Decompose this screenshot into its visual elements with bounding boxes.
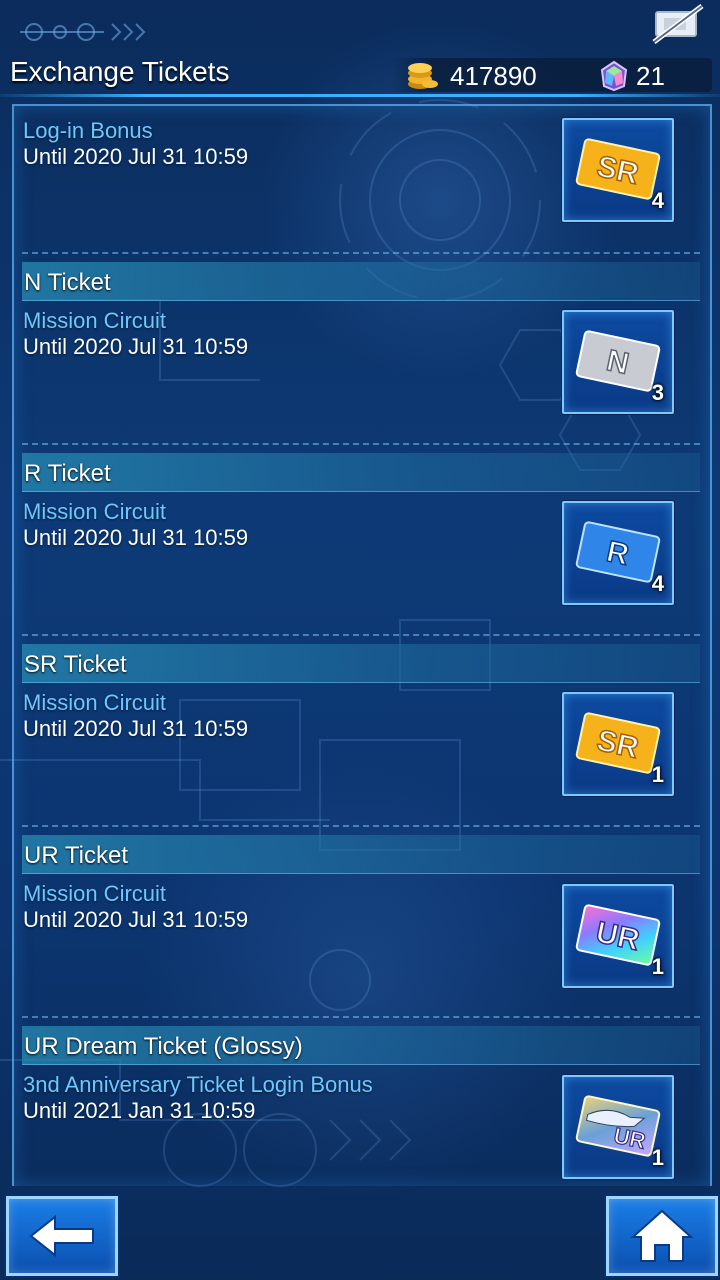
gold-coins-icon	[408, 63, 438, 89]
ticket-source: Mission Circuit	[23, 690, 167, 715]
ticket-header: N Ticket	[22, 262, 700, 301]
ticket-header: SR Ticket	[22, 644, 700, 683]
ticket-count: 1	[651, 954, 664, 979]
ticket-source: Log-in Bonus	[23, 118, 153, 143]
ticket-name: SR Ticket	[24, 651, 127, 678]
ticket-item-button[interactable]: N 3	[562, 310, 674, 414]
ticket-header: UR Dream Ticket (Glossy)	[22, 1026, 700, 1065]
divider	[22, 443, 700, 445]
ticket-expiry: Until 2020 Jul 31 10:59	[23, 334, 249, 359]
ur-ticket-icon: UR	[575, 904, 661, 966]
ticket-count: 4	[651, 571, 664, 596]
gem-icon	[600, 60, 628, 92]
ur-dream-ticket-icon: UR	[575, 1095, 661, 1157]
ticket-source: 3nd Anniversary Ticket Login Bonus	[23, 1072, 373, 1097]
ticket-count: 3	[651, 380, 664, 405]
divider	[22, 1016, 700, 1018]
ticket-count: 4	[651, 188, 664, 213]
ticket-count: 1	[651, 762, 664, 787]
divider	[22, 825, 700, 827]
header-decoration-icon	[20, 23, 146, 41]
ticket-item-button[interactable]: SR 4	[562, 118, 674, 222]
home-icon	[630, 1209, 694, 1262]
ticket-name: N Ticket	[24, 269, 111, 296]
page-title: Exchange Tickets	[10, 56, 230, 87]
ticket-item-button[interactable]: UR 1	[562, 1075, 674, 1179]
back-arrow-icon	[29, 1214, 94, 1258]
ticket-source: Mission Circuit	[23, 308, 167, 333]
ticket-source: Mission Circuit	[23, 881, 167, 906]
gold-amount: 417890	[450, 61, 537, 91]
ticket-expiry: Until 2021 Jan 31 10:59	[23, 1098, 256, 1123]
ticket-header: R Ticket	[22, 453, 700, 492]
header-divider	[0, 94, 720, 97]
ticket-expiry: Until 2020 Jul 31 10:59	[23, 144, 249, 169]
ticket-expiry: Until 2020 Jul 31 10:59	[23, 716, 249, 741]
ticket-name: R Ticket	[24, 460, 111, 487]
home-button[interactable]	[606, 1196, 718, 1276]
ticket-source: Mission Circuit	[23, 499, 167, 524]
ticket-count: 1	[651, 1145, 664, 1170]
sr-ticket-icon: SR	[575, 712, 661, 774]
ticket-expiry: Until 2020 Jul 31 10:59	[23, 907, 249, 932]
divider	[22, 252, 700, 254]
ticket-item-button[interactable]: R 4	[562, 501, 674, 605]
ticket-expiry: Until 2020 Jul 31 10:59	[23, 525, 249, 550]
sr-ticket-icon: SR	[575, 138, 661, 200]
n-ticket-icon: N	[575, 330, 661, 392]
divider	[22, 634, 700, 636]
ticket-header: UR Ticket	[22, 835, 700, 874]
card-visibility-toggle-icon[interactable]	[650, 4, 706, 44]
ticket-name: UR Dream Ticket (Glossy)	[24, 1033, 303, 1060]
ticket-item-button[interactable]: UR 1	[562, 884, 674, 988]
back-button[interactable]	[6, 1196, 118, 1276]
ticket-name: UR Ticket	[24, 842, 129, 869]
r-ticket-icon: R	[575, 521, 661, 583]
ticket-item-button[interactable]: SR 1	[562, 692, 674, 796]
top-header: Exchange Tickets 417890 21	[0, 0, 720, 96]
gem-amount: 21	[636, 61, 665, 91]
